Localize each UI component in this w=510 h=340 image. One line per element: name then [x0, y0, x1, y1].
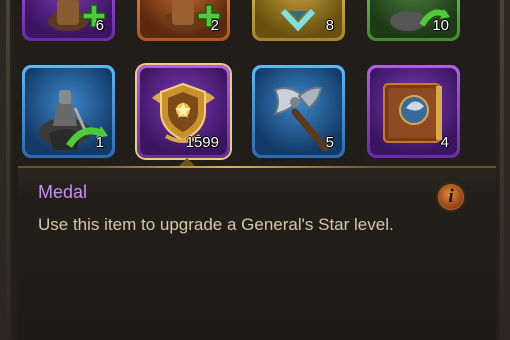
inventory-slot-general-upgrade[interactable]: 6	[22, 0, 115, 41]
item-count: 5	[325, 134, 334, 151]
item-count: 4	[440, 134, 449, 151]
item-count: 8	[325, 17, 334, 34]
item-count: 1	[95, 134, 104, 151]
inventory-slot-cavalry-general-2[interactable]: 1	[22, 65, 115, 158]
item-count: 2	[210, 17, 219, 34]
inventory-screen: 6 2 8 10 1 1599 5 4 Medal Use this item …	[0, 0, 510, 340]
item-count: 1599	[185, 134, 219, 151]
item-count: 6	[95, 17, 104, 34]
item-description: Use this item to upgrade a General's Sta…	[38, 215, 394, 234]
inventory-slot-axe[interactable]: 5	[252, 65, 345, 158]
inventory-slot-general-upgrade-rare[interactable]: 2	[137, 0, 230, 41]
inventory-slot-cavalry-general[interactable]: 10	[367, 0, 460, 41]
frame-edge-right	[500, 0, 504, 340]
item-info-panel: Medal Use this item to upgrade a General…	[18, 166, 496, 340]
info-icon[interactable]: i	[436, 182, 466, 212]
panel-highlight	[78, 166, 378, 168]
frame-edge-left	[6, 0, 10, 340]
inventory-slot-medal[interactable]: 1599	[137, 65, 230, 158]
inventory-slot-emblem[interactable]: 8	[252, 0, 345, 41]
inventory-slot-skill-book[interactable]: 4	[367, 65, 460, 158]
item-name: Medal	[38, 182, 88, 202]
item-count: 10	[432, 17, 449, 34]
